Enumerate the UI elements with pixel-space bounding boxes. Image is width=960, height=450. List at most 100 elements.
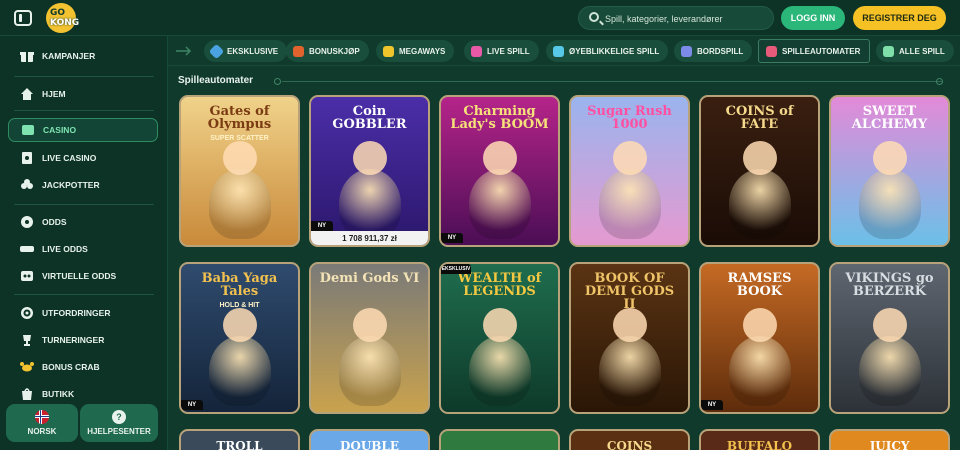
football-icon	[20, 215, 34, 229]
game-tile[interactable]: RAMSES BOOK NY	[699, 262, 820, 414]
sidebar-item-label: LIVE CASINO	[42, 153, 97, 163]
game-tile[interactable]: BOOK OF DEMI GODS II	[569, 262, 690, 414]
game-character	[222, 308, 257, 342]
divider-dot	[274, 78, 281, 85]
logo-line1: GO	[50, 8, 66, 18]
game-tile[interactable]: Coin GOBBLER 1 708 911,37 zł NY	[309, 95, 430, 247]
game-character	[482, 141, 517, 175]
game-tile[interactable]: WEALTH of LEGENDS EKSKLUSIV	[439, 262, 560, 414]
divider	[14, 76, 154, 77]
sidebar-item-label: BONUS CRAB	[42, 362, 100, 372]
game-tile[interactable]: Gates of Olympus SUPER SCATTER	[179, 95, 300, 247]
game-tile[interactable]: Demi Gods VI	[309, 262, 430, 414]
sidebar-item-live-casino[interactable]: LIVE CASINO	[8, 146, 158, 170]
live-casino-icon	[20, 151, 34, 165]
language-button[interactable]: NORSK	[6, 404, 78, 442]
sidebar-item-label: TURNERINGER	[42, 335, 105, 345]
game-character	[482, 308, 517, 342]
game-title: TROLL	[216, 439, 263, 450]
category-megaways[interactable]: MEGAWAYS	[376, 40, 455, 62]
game-tile[interactable]: VIKINGS go BERZERK	[829, 262, 950, 414]
game-tile[interactable]: SWEET ALCHEMY	[829, 95, 950, 247]
divider	[14, 294, 154, 295]
sidebar-item-virtuelle-odds[interactable]: VIRTUELLE ODDS	[8, 264, 158, 288]
game-title: SWEET ALCHEMY	[851, 104, 928, 132]
top-bar: GO KONG LOGG INN REGISTRER DEG	[0, 0, 960, 36]
game-title: Demi Gods VI	[319, 271, 420, 286]
sidebar-item-hjem[interactable]: HJEM	[8, 82, 158, 106]
game-title: BOOK OF DEMI GODS II	[584, 271, 675, 312]
sidebar: KAMPANJER HJEM CASINO LIVE CASINO JACKPO…	[0, 36, 168, 450]
jackpot-amount: 1 708 911,37 zł	[311, 231, 428, 245]
game-tile[interactable]: BUFFALO	[699, 429, 820, 450]
category-scroll-arrow-icon[interactable]	[176, 46, 194, 56]
category-label: MEGAWAYS	[399, 46, 446, 56]
sidebar-item-bonus-crab[interactable]: BONUS CRAB	[8, 355, 158, 379]
gokong-logo[interactable]: GO KONG	[46, 3, 90, 33]
sidebar-item-odds[interactable]: ODDS	[8, 210, 158, 234]
game-art	[338, 169, 401, 239]
sidebar-item-jackpotter[interactable]: JACKPOTTER	[8, 173, 158, 197]
sidebar-item-label: LIVE ODDS	[42, 244, 88, 254]
game-title: Gates of Olympus	[207, 104, 272, 132]
game-character	[352, 141, 387, 175]
game-character	[742, 308, 777, 342]
game-title: RAMSES BOOK	[727, 271, 792, 299]
game-art	[468, 169, 531, 239]
sidebar-item-kampanjer[interactable]: KAMPANJER	[8, 44, 158, 68]
game-character	[222, 141, 257, 175]
game-tile[interactable]: Charming Lady's BOOM NY	[439, 95, 560, 247]
game-art	[598, 336, 661, 406]
game-tile[interactable]: Sugar Rush 1000	[569, 95, 690, 247]
register-button[interactable]: REGISTRER DEG	[853, 6, 946, 30]
sidebar-item-label: BUTIKK	[42, 389, 75, 399]
game-tile[interactable]: COINS	[569, 429, 690, 450]
table-games-icon	[681, 45, 692, 57]
game-tile[interactable]: Baba Yaga Tales HOLD & HIT NY	[179, 262, 300, 414]
category-bordspill[interactable]: BORDSPILL	[674, 40, 753, 62]
search-input[interactable]	[605, 10, 770, 28]
sidebar-item-label: VIRTUELLE ODDS	[42, 271, 117, 281]
divider	[14, 110, 154, 111]
game-tile[interactable]: TROLL	[179, 429, 300, 450]
sidebar-toggle-icon[interactable]	[14, 10, 32, 26]
divider	[14, 204, 154, 205]
search-box[interactable]	[578, 6, 774, 30]
diamond-icon	[208, 43, 225, 59]
game-tile[interactable]	[439, 429, 560, 450]
help-center-button[interactable]: ? HJELPESENTER	[80, 404, 158, 442]
all-games-icon	[883, 45, 894, 57]
game-art	[728, 169, 791, 239]
megaways-icon	[383, 45, 394, 57]
category-label: ALLE SPILL	[899, 46, 945, 56]
game-character	[612, 141, 647, 175]
game-title: JUICY	[869, 439, 910, 450]
sidebar-item-turneringer[interactable]: TURNERINGER	[8, 328, 158, 352]
sidebar-item-label: ODDS	[42, 217, 67, 227]
section-title: Spilleautomater	[178, 75, 254, 86]
game-tile[interactable]: COINS of FATE	[699, 95, 820, 247]
game-art	[598, 169, 661, 239]
question-icon: ?	[112, 410, 126, 424]
sidebar-item-live-odds[interactable]: LIVE ODDS	[8, 237, 158, 261]
game-title: DOUBLE	[339, 439, 400, 450]
sidebar-item-butikk[interactable]: BUTIKK	[8, 382, 158, 406]
game-art	[858, 169, 921, 239]
category-label: BONUSKJØP	[309, 46, 360, 56]
sidebar-item-utfordringer[interactable]: UTFORDRINGER	[8, 301, 158, 325]
category-oyeblikkelige-spill[interactable]: ØYEBLIKKELIGE SPILL	[546, 40, 669, 62]
category-live-spill[interactable]: LIVE SPILL	[464, 40, 539, 62]
category-alle-spill[interactable]: ALLE SPILL	[876, 40, 954, 62]
new-badge: NY	[311, 221, 333, 231]
slots-icon	[766, 45, 777, 57]
game-art	[728, 336, 791, 406]
game-tile[interactable]: DOUBLE	[309, 429, 430, 450]
category-spilleautomater[interactable]: SPILLEAUTOMATER	[758, 39, 871, 63]
category-bonuskjop[interactable]: BONUSKJØP	[286, 40, 369, 62]
category-label: SPILLEAUTOMATER	[782, 46, 861, 56]
category-ekskluslive[interactable]: EKSKLUSIVE	[204, 40, 288, 62]
sidebar-item-casino[interactable]: CASINO	[8, 118, 158, 142]
game-title: BUFFALO	[726, 439, 793, 450]
game-tile[interactable]: JUICY	[829, 429, 950, 450]
login-button[interactable]: LOGG INN	[781, 6, 845, 30]
